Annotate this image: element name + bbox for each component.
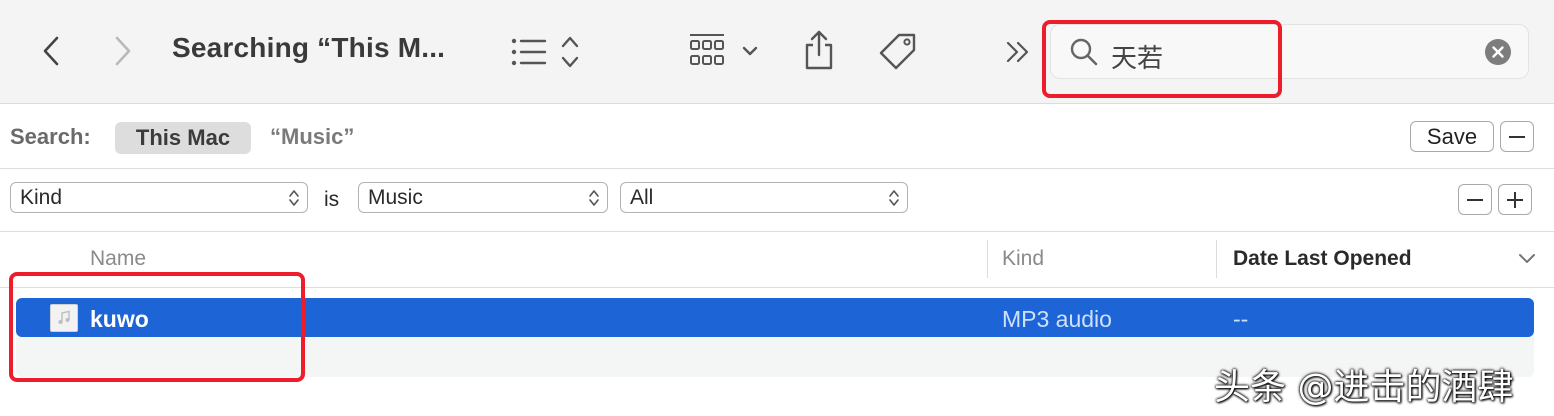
updown-chevron-icon xyxy=(889,190,899,206)
forward-button[interactable] xyxy=(108,34,138,68)
updown-chevron-icon xyxy=(289,190,299,206)
tag-icon xyxy=(879,33,916,70)
header-divider xyxy=(0,287,1554,288)
double-chevron-right-icon xyxy=(1006,41,1029,63)
scope-this-mac[interactable]: This Mac xyxy=(115,122,251,154)
minus-icon xyxy=(1467,198,1483,201)
share-icon xyxy=(805,30,833,70)
view-options-button[interactable] xyxy=(508,32,584,72)
result-name[interactable]: kuwo xyxy=(90,306,149,333)
column-separator[interactable] xyxy=(987,240,988,278)
list-view-icon xyxy=(511,36,579,68)
column-separator[interactable] xyxy=(1216,240,1217,278)
search-query[interactable]: 天若 xyxy=(1111,38,1163,75)
more-toolbar-items-button[interactable] xyxy=(1002,38,1034,66)
criteria-attribute-value: Kind xyxy=(20,186,63,209)
scope-divider xyxy=(0,168,1554,169)
result-kind: MP3 audio xyxy=(1002,306,1112,332)
watermark-text: 头条 @进击的酒肆 xyxy=(1214,367,1514,408)
criteria-subvalue-select[interactable]: All xyxy=(620,182,908,213)
plus-icon xyxy=(1507,191,1523,208)
group-grid-icon xyxy=(690,34,758,65)
add-criteria-button[interactable] xyxy=(1498,184,1532,215)
chevron-left-icon xyxy=(43,36,59,66)
column-header-date-last-opened[interactable]: Date Last Opened xyxy=(1233,247,1412,271)
clear-x-icon xyxy=(1492,46,1504,58)
scope-music-folder[interactable]: “Music” xyxy=(270,124,354,150)
criteria-divider xyxy=(0,231,1554,232)
table-row[interactable] xyxy=(16,298,1534,337)
remove-criteria-button[interactable] xyxy=(1458,184,1492,215)
tag-button[interactable] xyxy=(876,30,920,72)
clear-search-button[interactable] xyxy=(1485,39,1511,65)
criteria-subvalue: All xyxy=(630,186,654,209)
group-by-button[interactable] xyxy=(688,32,762,72)
chevron-right-icon xyxy=(115,36,131,66)
updown-chevron-icon xyxy=(589,190,599,206)
share-button[interactable] xyxy=(800,28,838,72)
criteria-value-select[interactable]: Music xyxy=(358,182,608,213)
result-date: -- xyxy=(1233,306,1249,332)
minus-icon xyxy=(1509,135,1525,138)
magnifier-icon xyxy=(1068,36,1100,68)
criteria-value: Music xyxy=(368,186,423,209)
criteria-attribute-select[interactable]: Kind xyxy=(10,182,308,213)
music-file-icon xyxy=(50,304,78,332)
window-title: Searching “This M... xyxy=(172,32,446,63)
back-button[interactable] xyxy=(36,34,66,68)
search-scope-label: Search: xyxy=(10,124,91,149)
collapse-search-button[interactable] xyxy=(1500,121,1534,152)
finder-toolbar: Searching “This M... 天若 xyxy=(0,0,1554,104)
criteria-operator: is xyxy=(324,188,340,211)
column-header-kind[interactable]: Kind xyxy=(1002,247,1044,271)
sort-chevron-down-icon[interactable] xyxy=(1518,252,1536,264)
column-header-name[interactable]: Name xyxy=(90,247,146,271)
save-search-button[interactable]: Save xyxy=(1410,121,1494,152)
